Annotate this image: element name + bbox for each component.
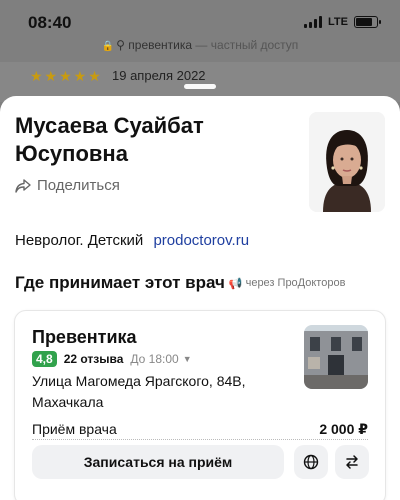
opening-hours[interactable]: До 18:00: [130, 352, 178, 366]
network-type: LTE: [328, 16, 348, 28]
price-value: 2 000 ₽: [315, 421, 368, 438]
status-time: 08:40: [28, 13, 72, 32]
transfer-arrows-icon: [346, 455, 358, 469]
battery-icon: [354, 16, 381, 28]
clinic-address: Улица Магомеда Ярагского, 84В, Махачкала: [32, 373, 246, 410]
doctor-specialty-line: Невролог. Детский prodoctorov.ru: [15, 232, 249, 249]
where-section-header: Где принимает этот врач 📢 через ПроДокто…: [15, 273, 390, 293]
doctor-photo: [309, 112, 385, 212]
source-link[interactable]: prodoctorov.ru: [153, 232, 249, 249]
website-button[interactable]: [294, 445, 328, 479]
sheet-drag-handle[interactable]: [184, 84, 216, 89]
doctor-bottom-sheet: Мусаева Суайбат Юсуповна Поделиться Невр…: [0, 96, 400, 500]
rating-badge: 4,8: [32, 351, 57, 367]
book-appointment-button[interactable]: Записаться на приём: [32, 445, 284, 479]
review-stars: ★★★★★: [30, 68, 103, 84]
clinic-card[interactable]: Превентика 4,8 22 отзыва До 18:00 ▼ Улиц…: [14, 310, 386, 500]
site-name: превентика: [128, 38, 193, 52]
signal-icon: [304, 16, 323, 28]
review-date: 19 апреля 2022: [112, 68, 206, 83]
price-row: Приём врача 2 000 ₽: [32, 421, 368, 440]
address-separator: —: [195, 38, 208, 52]
reviews-count[interactable]: 22 отзыва: [64, 352, 124, 366]
megaphone-icon: 📢: [228, 277, 243, 290]
price-label: Приём врача: [32, 421, 121, 438]
share-label: Поделиться: [37, 177, 120, 194]
clinic-meta: 4,8 22 отзыва До 18:00 ▼: [32, 351, 192, 367]
status-bar: 08:40 LTE: [0, 0, 400, 40]
browser-address-bar[interactable]: 🔒 ⚲ превентика — частный доступ: [0, 38, 400, 52]
search-icon: ⚲: [116, 38, 125, 52]
where-section-title: Где принимает этот врач: [15, 273, 225, 292]
share-arrow-icon: [15, 178, 31, 193]
share-button[interactable]: Поделиться: [15, 177, 120, 194]
clinic-photo: [304, 325, 368, 389]
lock-icon: 🔒: [101, 41, 115, 52]
doctor-specialty: Невролог. Детский: [15, 232, 144, 249]
clinic-name: Превентика: [32, 327, 137, 347]
doctor-name: Мусаева Суайбат Юсуповна: [15, 113, 204, 166]
chevron-down-icon[interactable]: ▼: [183, 354, 192, 364]
via-source: через ПроДокторов: [245, 277, 346, 289]
transfer-button[interactable]: [335, 445, 369, 479]
globe-icon: [303, 454, 319, 470]
private-access-label: частный доступ: [210, 38, 299, 52]
status-indicators: LTE: [304, 16, 381, 28]
